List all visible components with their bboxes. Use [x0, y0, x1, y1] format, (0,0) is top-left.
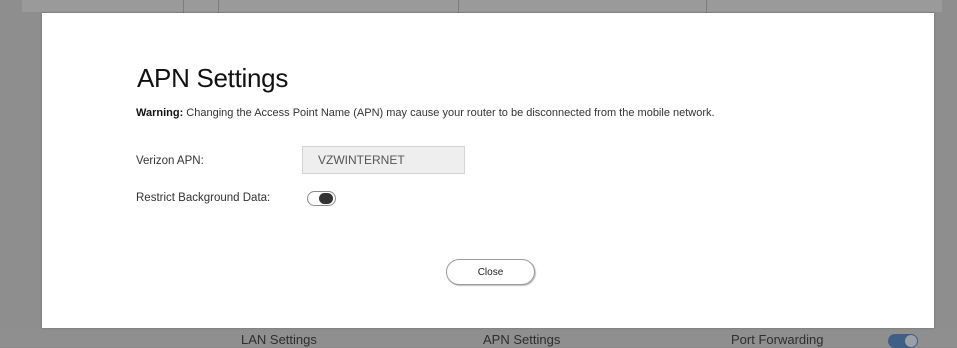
restrict-background-data-toggle[interactable] [307, 191, 336, 206]
warning-text: Changing the Access Point Name (APN) may… [183, 107, 715, 119]
tile-port-forwarding: Port Forwarding [731, 332, 824, 347]
background-header [22, 0, 942, 12]
tile-lan-settings: LAN Settings [241, 332, 317, 347]
warning-message: Warning: Changing the Access Point Name … [136, 107, 715, 119]
verizon-apn-field[interactable] [302, 146, 465, 174]
modal-title: APN Settings [137, 63, 289, 93]
verizon-apn-label: Verizon APN: [136, 155, 204, 167]
toggle-knob [319, 193, 333, 204]
apn-settings-modal: APN Settings Warning: Changing the Acces… [42, 13, 934, 328]
warning-label: Warning: [136, 107, 184, 119]
port-forwarding-toggle [888, 334, 918, 348]
toggle-knob [905, 335, 917, 347]
tile-apn-settings: APN Settings [483, 332, 561, 347]
close-button[interactable]: Close [446, 259, 535, 285]
restrict-background-data-label: Restrict Background Data: [136, 192, 271, 204]
